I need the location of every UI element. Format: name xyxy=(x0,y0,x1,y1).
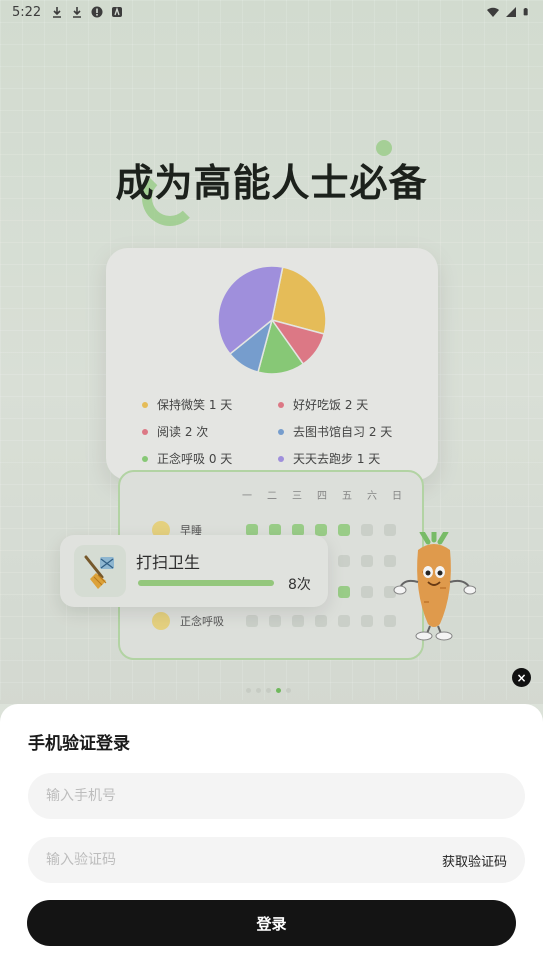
code-field[interactable]: 获取验证码 xyxy=(28,837,525,883)
code-input[interactable] xyxy=(46,852,442,868)
get-code-button[interactable]: 获取验证码 xyxy=(442,851,507,870)
phone-input[interactable] xyxy=(46,788,507,804)
carousel-pagination xyxy=(246,688,291,693)
pagination-dot[interactable] xyxy=(256,688,261,693)
login-sheet: 手机验证登录 获取验证码 登录 xyxy=(0,704,543,965)
login-button[interactable]: 登录 xyxy=(27,900,516,946)
phone-field[interactable] xyxy=(28,773,525,819)
sheet-title: 手机验证登录 xyxy=(28,734,130,754)
pagination-dot[interactable] xyxy=(286,688,291,693)
close-button[interactable]: × xyxy=(512,668,531,687)
pagination-dot[interactable] xyxy=(246,688,251,693)
pagination-dot[interactable] xyxy=(266,688,271,693)
pagination-dot[interactable] xyxy=(276,688,281,693)
dim-overlay xyxy=(0,0,543,704)
